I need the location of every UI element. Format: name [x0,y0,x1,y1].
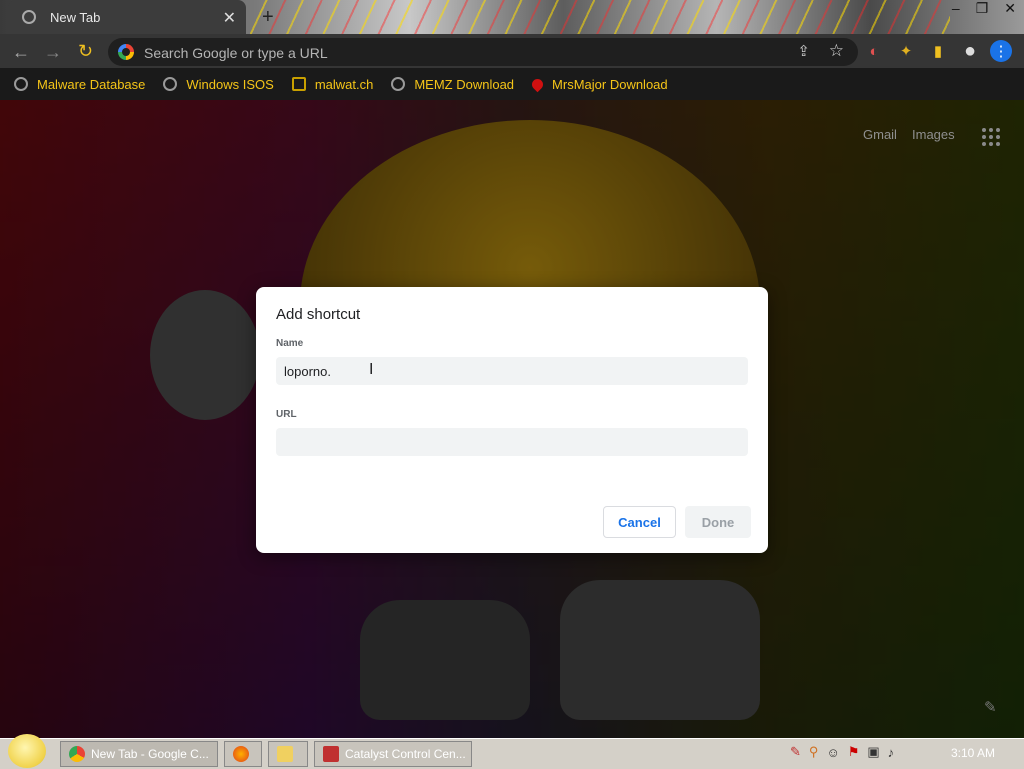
folder-icon [277,746,293,762]
profile-flag-icon[interactable]: ◐ [863,40,885,62]
bookmark-malwatch[interactable]: malwat.ch [291,76,374,92]
text-cursor-icon: I [369,361,374,378]
tray-search-icon[interactable]: ⚲ [809,744,819,760]
add-shortcut-dialog: Add shortcut Name I URL Cancel Done [256,287,768,553]
tray-network-icon[interactable]: ▣ [867,744,879,760]
close-tab-icon[interactable]: ✕ [223,8,236,28]
taskbar-item-label: New Tab - Google C... [91,747,209,761]
omnibox[interactable]: ⇪ ☆ [108,38,858,66]
taskbar-item-chrome[interactable]: New Tab - Google C... [60,741,218,767]
malwatch-icon [291,77,306,91]
minimize-button[interactable]: – [952,0,960,17]
gmail-link[interactable]: Gmail [863,127,897,142]
cancel-button[interactable]: Cancel [603,506,676,538]
account-icon[interactable]: ● [959,40,981,62]
sidepanel-icon[interactable]: ▮ [927,40,949,62]
taskbar-item-label: Catalyst Control Cen... [345,747,466,761]
customize-pencil-icon[interactable]: ✎ [984,698,997,716]
bookmark-windows-isos[interactable]: Windows ISOS [163,76,274,92]
shortcut-name-input[interactable] [276,357,748,385]
bookmark-label: Windows ISOS [186,76,274,92]
bookmark-label: MrsMajor Download [552,76,668,92]
restore-button[interactable]: ❐ [976,0,989,17]
globe-icon [391,77,406,91]
dialog-title: Add shortcut [276,306,361,323]
tray-app-icon[interactable]: ✎ [790,744,801,760]
tray-smiley-icon[interactable]: ☺ [826,745,839,760]
tray-security-icon[interactable]: ⚑ [848,744,860,760]
tab-title: New Tab [50,9,101,25]
bookmarks-bar: Malware Database Windows ISOS malwat.ch … [0,68,1024,100]
new-tab-button[interactable]: + [262,6,274,29]
heart-icon [529,76,546,92]
forward-button[interactable]: → [44,42,62,63]
taskbar-clock[interactable]: 3:10 AM [951,746,995,760]
taskbar-item-catalyst[interactable]: Catalyst Control Cen... [314,741,472,767]
bookmark-mrsmajor-download[interactable]: MrsMajor Download [529,76,668,92]
firefox-icon [233,746,249,762]
share-icon[interactable]: ⇪ [797,42,810,60]
window-controls: – ❐ ✕ [952,0,1016,17]
url-label: URL [276,409,297,420]
bookmark-memz-download[interactable]: MEMZ Download [391,77,514,92]
bookmark-label: MEMZ Download [414,76,515,92]
globe-icon [163,77,178,91]
omnibox-input[interactable] [142,42,766,64]
bookmark-label: malwat.ch [314,76,374,92]
puzzle-icon[interactable]: ✦ [895,40,917,62]
done-button[interactable]: Done [685,506,751,538]
title-bar-decoration [250,0,950,34]
start-button[interactable] [8,734,46,768]
tray-volume-icon[interactable]: ♪ [888,745,895,760]
chrome-icon [69,746,85,762]
globe-icon [22,10,36,24]
reload-button[interactable]: ↻ [78,41,93,62]
taskbar-item-firefox[interactable] [224,741,262,767]
taskbar-item-explorer[interactable] [268,741,308,767]
bookmark-star-icon[interactable]: ☆ [829,41,844,61]
menu-icon[interactable]: ⋮ [990,40,1012,62]
close-window-button[interactable]: ✕ [1004,0,1016,17]
shortcut-url-input[interactable] [276,428,748,456]
bookmark-malware-database[interactable]: Malware Database [14,77,145,92]
tab-new-tab[interactable]: New Tab ✕ [8,0,246,34]
catalyst-icon [323,746,339,762]
back-button[interactable]: ← [12,42,30,63]
system-tray: ✎ ⚲ ☺ ⚑ ▣ ♪ [790,744,894,760]
globe-icon [14,77,28,91]
bookmark-label: Malware Database [37,76,146,92]
images-link[interactable]: Images [912,127,955,142]
google-icon [118,44,134,60]
name-label: Name [276,338,304,349]
apps-grid-icon[interactable] [982,128,1000,146]
